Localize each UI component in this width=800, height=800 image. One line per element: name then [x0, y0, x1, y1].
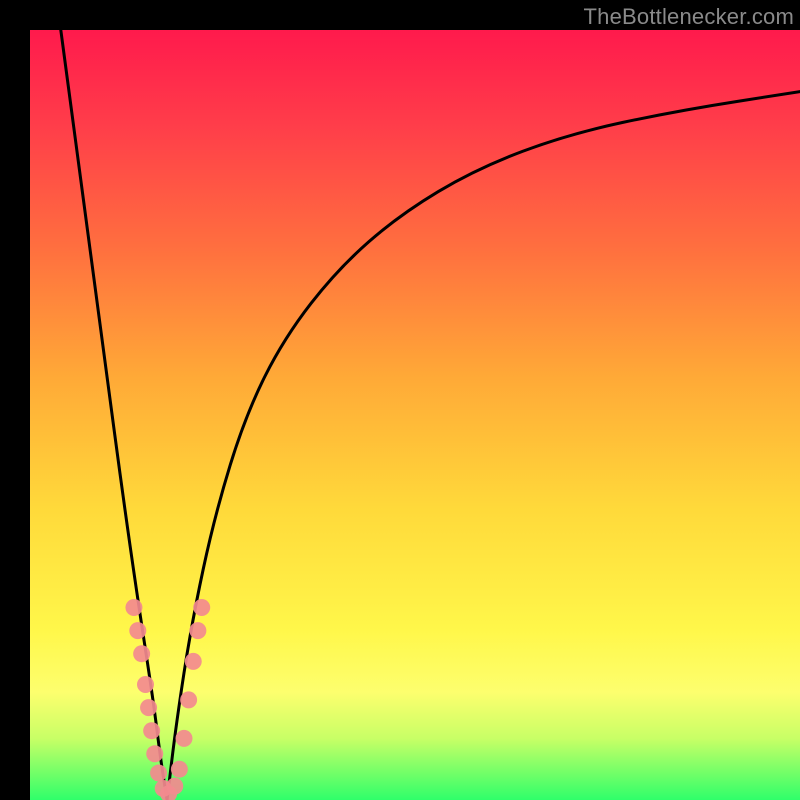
- marker-point: [185, 653, 202, 670]
- chart-stage: TheBottlenecker.com: [0, 0, 800, 800]
- plot-area: [30, 30, 800, 800]
- marker-point: [143, 722, 160, 739]
- bottleneck-curve: [30, 30, 800, 800]
- marker-point: [189, 622, 206, 639]
- marker-point: [129, 622, 146, 639]
- marker-point: [146, 745, 163, 762]
- marker-point: [176, 730, 193, 747]
- marker-point: [150, 765, 167, 782]
- marker-point: [125, 599, 142, 616]
- marker-point: [193, 599, 210, 616]
- watermark-text: TheBottlenecker.com: [584, 4, 794, 30]
- marker-point: [166, 778, 183, 795]
- curve-right-branch: [167, 92, 800, 800]
- marker-point: [171, 761, 188, 778]
- marker-point: [140, 699, 157, 716]
- marker-point: [137, 676, 154, 693]
- marker-point: [180, 691, 197, 708]
- marker-point: [133, 645, 150, 662]
